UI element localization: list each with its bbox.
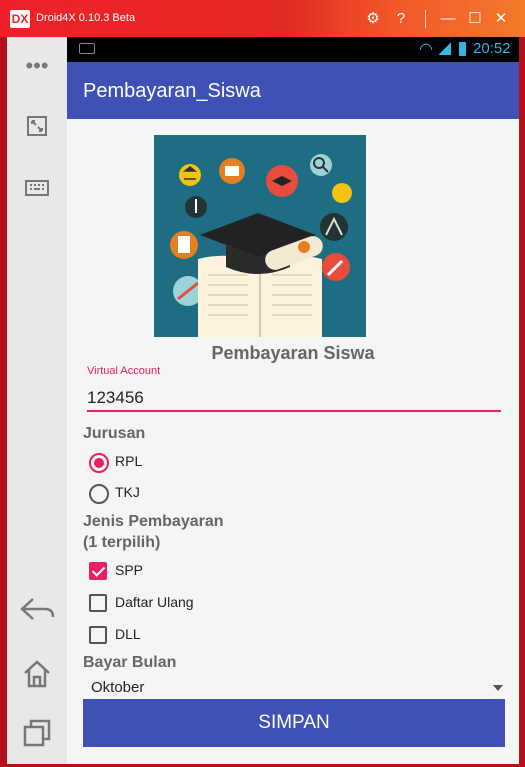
droid4x-logo: DX xyxy=(10,10,30,28)
checkbox-spp-box[interactable] xyxy=(89,562,107,580)
maximize-icon[interactable]: ☐ xyxy=(464,8,486,30)
form-heading: Pembayaran Siswa xyxy=(211,343,375,363)
android-screen: ◠ 20:52 Pembayaran_Siswa Pembayaran Sisw… xyxy=(67,37,519,764)
fullscreen-icon[interactable] xyxy=(7,115,67,143)
radio-rpl-label: RPL xyxy=(115,453,143,469)
close-icon[interactable]: ✕ xyxy=(490,8,512,30)
checkbox-dll-box[interactable] xyxy=(89,626,107,644)
app-title: Pembayaran_Siswa xyxy=(83,80,261,102)
bayar-bulan-value: Oktober xyxy=(91,679,145,696)
jenis-pembayaran-label: Jenis Pembayaran xyxy=(83,513,224,530)
signal-icon xyxy=(439,41,451,55)
keyboard-icon[interactable] xyxy=(7,175,67,203)
checkbox-dll-label: DLL xyxy=(115,626,141,642)
radio-tkj-label: TKJ xyxy=(115,484,140,500)
keyboard-status-icon xyxy=(79,43,95,54)
virtual-account-input[interactable] xyxy=(87,385,501,412)
checkbox-daftar-ulang-box[interactable] xyxy=(89,594,107,612)
education-illustration xyxy=(154,135,366,337)
emulator-titlebar: DX Droid4X 0.10.3 Beta ⚙ ? — ☐ ✕ xyxy=(0,0,525,37)
form-content: Pembayaran Siswa Virtual Account Jurusan… xyxy=(67,119,519,764)
radio-rpl-button[interactable] xyxy=(89,453,109,473)
checkbox-daftar-ulang-label: Daftar Ulang xyxy=(115,594,194,610)
titlebar-divider xyxy=(425,10,426,28)
jurusan-label: Jurusan xyxy=(83,425,146,442)
bayar-bulan-label: Bayar Bulan xyxy=(83,654,177,671)
bayar-bulan-spinner[interactable]: Oktober xyxy=(83,677,503,699)
status-bar: ◠ 20:52 xyxy=(67,37,519,62)
radio-tkj-button[interactable] xyxy=(89,484,109,504)
back-icon[interactable] xyxy=(7,597,67,629)
app-bar: Pembayaran_Siswa xyxy=(67,62,519,119)
help-icon[interactable]: ? xyxy=(390,8,412,30)
jenis-pembayaran-count: (1 terpilih) xyxy=(83,534,161,551)
recents-icon[interactable] xyxy=(7,719,67,753)
home-icon[interactable] xyxy=(7,659,67,695)
simpan-button[interactable]: SIMPAN xyxy=(83,699,505,747)
battery-icon xyxy=(459,42,466,56)
status-time: 20:52 xyxy=(473,40,511,57)
virtual-account-label: Virtual Account xyxy=(87,365,161,377)
wifi-icon: ◠ xyxy=(419,41,433,58)
emulator-sidebar: ••• xyxy=(7,37,67,764)
settings-icon[interactable]: ⚙ xyxy=(362,8,384,30)
checkbox-spp-label: SPP xyxy=(115,562,144,578)
minimize-icon[interactable]: — xyxy=(437,8,459,30)
emulator-title: Droid4X 0.10.3 Beta xyxy=(36,12,136,24)
dropdown-arrow-icon xyxy=(493,685,503,691)
more-icon[interactable]: ••• xyxy=(7,53,67,79)
